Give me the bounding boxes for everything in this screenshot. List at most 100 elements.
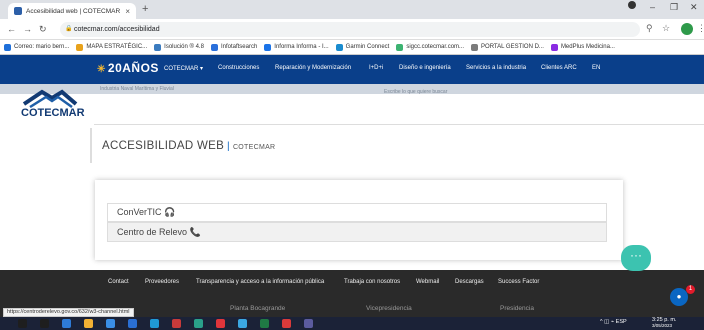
tab-title: Accesibilidad web | COTECMAR	[26, 7, 121, 15]
close-window-button[interactable]: ✕	[690, 2, 698, 13]
taskbar-app-icon[interactable]	[194, 319, 203, 328]
bookmark-label: Correo: mario bern...	[14, 44, 70, 50]
page-title-block: ACCESIBILIDAD WEB | COTECMAR	[90, 128, 275, 163]
page-title-main: ACCESIBILIDAD WEB	[102, 139, 225, 152]
bookmark-item[interactable]: Infotaftsearch	[210, 43, 258, 51]
bookmark-icon	[76, 43, 84, 51]
taskbar-app-icon[interactable]	[128, 319, 137, 328]
bookmark-icon	[550, 43, 558, 51]
windows-taskbar: ^ ◫ ⌁ ESP 3:25 p. m. 3/05/2023	[0, 317, 704, 330]
bookmark-item[interactable]: Garmin Connect	[335, 43, 390, 51]
taskbar-app-icon[interactable]	[304, 319, 313, 328]
star-icon[interactable]: ☆	[662, 23, 670, 34]
bookmark-item[interactable]: sigcc.cotecmar.com...	[396, 43, 464, 51]
nav-item-cotecmar[interactable]: COTECMAR ▾	[164, 65, 203, 72]
taskbar-app-icon[interactable]	[216, 319, 225, 328]
taskbar-app-icon[interactable]	[238, 319, 247, 328]
lock-icon: 🔒	[65, 26, 73, 32]
browser-tab-strip: Accesibilidad web | COTECMAR × + – ❐ ✕	[0, 0, 704, 19]
taskbar-app-icon[interactable]	[260, 319, 269, 328]
footer-location-vicepresidencia: Vicepresidencia	[366, 305, 412, 312]
footer-location-planta: Planta Bocagrande	[230, 305, 286, 312]
bookmark-label: MAPA ESTRATÉGIC...	[86, 44, 148, 50]
footer-link-success-factor[interactable]: Success Factor	[498, 279, 539, 285]
logo-text: 20AÑOS	[107, 61, 159, 75]
footer-link-webmail[interactable]: Webmail	[416, 279, 439, 285]
taskbar-app-icon[interactable]	[282, 319, 291, 328]
bookmark-item[interactable]: PORTAL GESTION D...	[471, 43, 544, 51]
cotecmar-logo-icon	[22, 89, 78, 108]
bookmark-icon	[396, 43, 404, 51]
nav-item-idi[interactable]: I+D+i	[369, 65, 383, 71]
brand-name[interactable]: COTECMAR	[21, 107, 85, 119]
address-bar-row: ← → ↻ 🔒 cotecmar.com/accesibilidad ⚲ ☆ ⋮	[0, 19, 704, 40]
header-divider	[94, 124, 704, 125]
taskbar-app-icon[interactable]	[84, 319, 93, 328]
bookmark-icon	[335, 43, 343, 51]
link-centro-de-relevo[interactable]: Centro de Relevo 📞	[107, 222, 607, 242]
restore-button[interactable]: ❐	[670, 2, 678, 13]
favicon-icon	[14, 7, 22, 15]
taskbar-app-icon[interactable]	[40, 319, 49, 328]
footer-link-proveedores[interactable]: Proveedores	[145, 279, 179, 285]
minimize-button[interactable]: –	[650, 2, 655, 12]
taskbar-app-icon[interactable]	[106, 319, 115, 328]
page-title: ACCESIBILIDAD WEB | COTECMAR	[102, 140, 275, 152]
clock-date[interactable]: 3/05/2023	[652, 323, 672, 328]
bookmark-label: Infotaftsearch	[220, 44, 258, 50]
footer-link-transparencia[interactable]: Transparencia y acceso a la información …	[196, 279, 324, 285]
bookmark-item[interactable]: MedPlus Medicina...	[550, 43, 615, 51]
reload-icon[interactable]: ↻	[39, 24, 47, 35]
bookmark-item[interactable]: Isolución ® 4.8	[154, 43, 204, 51]
bookmark-label: PORTAL GESTION D...	[481, 44, 544, 50]
sparkle-icon: ✳	[97, 64, 106, 75]
profile-dot-icon[interactable]	[628, 1, 636, 9]
browser-tab[interactable]: Accesibilidad web | COTECMAR ×	[8, 3, 136, 19]
bookmark-icon	[264, 43, 272, 51]
bookmark-item[interactable]: MAPA ESTRATÉGIC...	[76, 43, 148, 51]
chat-widget-button[interactable]: ···	[621, 245, 651, 271]
nav-item-reparacion[interactable]: Reparación y Modernización	[275, 65, 351, 71]
bookmark-label: Isolución ® 4.8	[164, 44, 204, 50]
back-icon[interactable]: ←	[7, 24, 16, 34]
footer-link-trabaja[interactable]: Trabaja con nosotros	[344, 279, 400, 285]
bookmark-label: Informa Informa - I...	[274, 44, 329, 50]
taskbar-app-icon[interactable]	[172, 319, 181, 328]
search-input[interactable]: Escribe lo que quiere buscar	[384, 89, 447, 95]
nav-item-clientes-arc[interactable]: Clientes ARC	[541, 65, 577, 71]
bookmarks-bar: Correo: mario bern... MAPA ESTRATÉGIC... I…	[0, 40, 704, 55]
link-convertic[interactable]: ConVerTIC 🎧	[107, 203, 607, 222]
footer-link-descargas[interactable]: Descargas	[455, 279, 484, 285]
notification-badge: 1	[686, 285, 695, 294]
nav-item-construcciones[interactable]: Construcciones	[218, 65, 259, 71]
taskbar-app-icon[interactable]	[150, 319, 159, 328]
bookmark-label: Garmin Connect	[345, 44, 390, 50]
nav-item-servicios[interactable]: Servicios a la industria	[466, 65, 526, 71]
site-top-nav: ✳ 20AÑOS COTECMAR ▾ Construcciones Repara…	[0, 55, 704, 84]
title-separator: |	[227, 140, 230, 152]
page-title-brand: COTECMAR	[232, 143, 276, 151]
start-icon[interactable]	[18, 319, 27, 328]
bookmark-item[interactable]: Informa Informa - I...	[264, 43, 329, 51]
nav-item-language[interactable]: EN	[592, 65, 600, 71]
zoom-icon[interactable]: ⚲	[646, 23, 653, 34]
anniversary-logo[interactable]: ✳ 20AÑOS	[97, 61, 159, 75]
accessibility-card: ConVerTIC 🎧 Centro de Relevo 📞	[95, 180, 623, 260]
system-tray[interactable]: ^ ◫ ⌁ ESP	[600, 319, 627, 325]
taskbar-app-icon[interactable]	[62, 319, 71, 328]
nav-item-diseno[interactable]: Diseño e ingeniería	[399, 65, 451, 71]
menu-icon[interactable]: ⋮	[697, 23, 704, 34]
bookmark-icon	[471, 43, 479, 51]
footer-link-contact[interactable]: Contact	[108, 279, 129, 285]
profile-avatar[interactable]	[681, 23, 693, 35]
url-input[interactable]: 🔒 cotecmar.com/accesibilidad	[60, 22, 640, 37]
forward-icon[interactable]: →	[23, 24, 32, 34]
url-text: cotecmar.com/accesibilidad	[74, 26, 160, 33]
bookmark-icon	[210, 43, 218, 51]
bookmark-item[interactable]: Correo: mario bern...	[4, 43, 70, 51]
bookmark-icon	[154, 43, 162, 51]
tab-close-icon[interactable]: ×	[125, 7, 130, 16]
status-bar-url: https://centroderelevo.gov.co/632/w3-cha…	[3, 308, 134, 317]
new-tab-button[interactable]: +	[142, 3, 148, 15]
bookmark-label: MedPlus Medicina...	[560, 44, 615, 50]
